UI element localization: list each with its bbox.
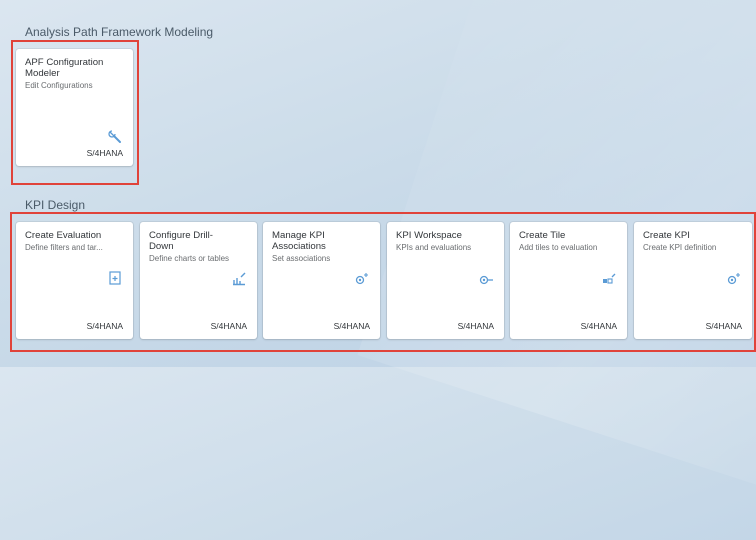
tile-subtitle: Define filters and tar... xyxy=(25,243,103,252)
tile-manage-kpi-associations[interactable]: Manage KPI Associations Set associations… xyxy=(263,222,380,339)
tile-footer: S/4HANA xyxy=(457,321,494,331)
create-kpi-icon xyxy=(727,273,740,285)
tile-title-line-1: Create Tile xyxy=(519,230,566,241)
bar-chart-edit-icon xyxy=(233,272,246,286)
tile-create-evaluation[interactable]: Create Evaluation Define filters and tar… xyxy=(16,222,133,339)
tile-title-line-1: Create Evaluation xyxy=(25,230,102,241)
tile-title-line-2: Modeler xyxy=(25,68,60,79)
tile-subtitle: KPIs and evaluations xyxy=(396,243,472,252)
tile-apf-configuration-modeler[interactable]: APF Configuration Modeler Edit Configura… xyxy=(16,49,133,166)
tile-footer: S/4HANA xyxy=(86,321,123,331)
tile-footer: S/4HANA xyxy=(333,321,370,331)
tile-create-kpi[interactable]: Create KPI Create KPI definition S/4HANA xyxy=(634,222,752,339)
wrench-icon xyxy=(108,130,121,143)
tile-title-line-1: KPI Workspace xyxy=(396,230,462,241)
document-add-icon xyxy=(109,271,121,285)
tile-footer: S/4HANA xyxy=(580,321,617,331)
tile-subtitle: Edit Configurations xyxy=(25,81,93,90)
tile-footer: S/4HANA xyxy=(86,148,123,158)
tile-footer: S/4HANA xyxy=(705,321,742,331)
tile-subtitle: Create KPI definition xyxy=(643,243,717,252)
tile-title-line-1: APF Configuration xyxy=(25,57,104,68)
tile-footer: S/4HANA xyxy=(210,321,247,331)
group-title-apf: Analysis Path Framework Modeling xyxy=(25,25,214,39)
tile-subtitle: Define charts or tables xyxy=(149,254,230,263)
tile-subtitle: Set associations xyxy=(272,254,331,263)
tile-title-line-2: Down xyxy=(149,241,174,252)
tile-title-line-1: Manage KPI xyxy=(272,230,325,241)
tile-subtitle: Add tiles to evaluation xyxy=(519,243,598,252)
tile-kpi-workspace[interactable]: KPI Workspace KPIs and evaluations S/4HA… xyxy=(387,222,504,339)
group-title-kpi-design: KPI Design xyxy=(25,198,86,212)
create-tile-icon xyxy=(603,273,616,284)
tile-create-tile[interactable]: Create Tile Add tiles to evaluation S/4H… xyxy=(510,222,627,339)
tile-title-line-1: Configure Drill- xyxy=(149,230,213,241)
tile-title-line-2: Associations xyxy=(272,241,326,252)
kpi-associations-icon xyxy=(355,273,368,285)
tile-title-line-1: Create KPI xyxy=(643,230,690,241)
kpi-workspace-icon xyxy=(479,275,493,285)
tile-configure-drill-down[interactable]: Configure Drill- Down Define charts or t… xyxy=(140,222,257,339)
